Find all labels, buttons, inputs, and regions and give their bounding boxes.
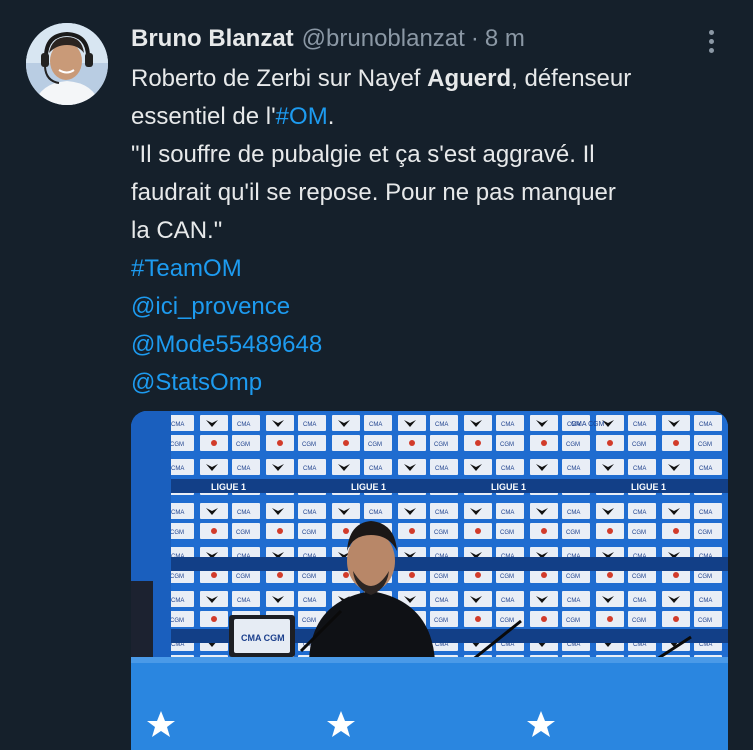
mention-statsomp-link[interactable]: @StatsOmp	[131, 364, 731, 402]
board-ligue-label: LIGUE 1	[351, 482, 386, 492]
hashtag-om-link[interactable]: #OM	[276, 103, 328, 130]
tweet-line-1: Roberto de Zerbi sur Nayef Aguerd, défen…	[131, 60, 731, 98]
author-avatar[interactable]	[26, 23, 108, 105]
board-ligue-label: LIGUE 1	[211, 482, 246, 492]
press-conference-photo: CMA CGM LIGUE 1 LIGUE 1 LIGUE 1 LIGUE 1 …	[131, 411, 728, 750]
avatar-image	[26, 23, 108, 105]
mention-ici-provence-link[interactable]: @ici_provence	[131, 288, 731, 326]
board-ligue-label: LIGUE 1	[631, 482, 666, 492]
tweet-text-segment: , défenseur	[511, 65, 632, 92]
header-separator: ·	[470, 25, 479, 52]
tweet-bold-name: Aguerd	[427, 65, 512, 92]
tweet-line-3: "Il souffre de pubalgie et ça s'est aggr…	[131, 141, 595, 168]
board-sponsor-label: CMA CGM	[571, 421, 605, 428]
more-options-icon[interactable]	[700, 24, 722, 58]
tweet-line-2: essentiel de l'#OM.	[131, 98, 731, 136]
tweet-text-segment: essentiel de l'	[131, 103, 276, 130]
mention-mode-link[interactable]: @Mode55489648	[131, 326, 731, 364]
tweet-text-segment: Roberto de Zerbi sur Nayef	[131, 65, 428, 92]
author-handle[interactable]: @brunoblanzat	[302, 22, 465, 56]
board-ligue-label: LIGUE 1	[491, 482, 526, 492]
tweet-timestamp[interactable]: 8 m	[485, 22, 525, 56]
author-name[interactable]: Bruno Blanzat	[131, 22, 294, 56]
hashtag-teamom-link[interactable]: #TeamOM	[131, 250, 731, 288]
tweet-line-5: la CAN."	[131, 217, 223, 244]
tweet-text-segment: .	[327, 103, 335, 130]
tweet-media-photo[interactable]: CMA CGM LIGUE 1 LIGUE 1 LIGUE 1 LIGUE 1 …	[131, 411, 728, 750]
tweet-header: Bruno Blanzat @brunoblanzat · 8 m	[131, 22, 525, 56]
tweet-line-4: faudrait qu'il se repose. Pour ne pas ma…	[131, 179, 616, 206]
tweet-text: Roberto de Zerbi sur Nayef Aguerd, défen…	[131, 60, 731, 402]
laptop-sponsor-label: CMA CGM	[241, 633, 285, 643]
